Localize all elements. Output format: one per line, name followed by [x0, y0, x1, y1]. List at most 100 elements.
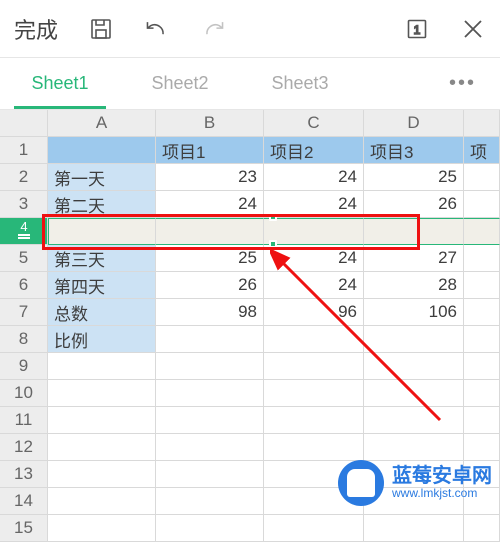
- cell[interactable]: [48, 353, 156, 380]
- col-header-C[interactable]: C: [264, 110, 364, 137]
- tab-sheet2[interactable]: Sheet2: [120, 58, 240, 109]
- row-header[interactable]: 10: [0, 380, 48, 407]
- col-header-D[interactable]: D: [364, 110, 464, 137]
- cell[interactable]: [48, 380, 156, 407]
- cell[interactable]: [264, 218, 364, 245]
- cell[interactable]: [364, 326, 464, 353]
- cell[interactable]: [364, 407, 464, 434]
- cell[interactable]: [364, 353, 464, 380]
- cell[interactable]: 24: [264, 164, 364, 191]
- col-header-B[interactable]: B: [156, 110, 264, 137]
- cell[interactable]: [464, 380, 500, 407]
- row-header-selected[interactable]: 4: [0, 218, 48, 245]
- redo-icon[interactable]: [200, 16, 226, 42]
- cell[interactable]: [364, 434, 464, 461]
- cell[interactable]: 第二天: [48, 191, 156, 218]
- cell[interactable]: 24: [156, 191, 264, 218]
- cell[interactable]: [464, 434, 500, 461]
- cell[interactable]: [156, 326, 264, 353]
- cell[interactable]: [464, 272, 500, 299]
- cell[interactable]: [364, 218, 464, 245]
- select-all-corner[interactable]: [0, 110, 48, 137]
- row-header[interactable]: 3: [0, 191, 48, 218]
- cell[interactable]: [48, 515, 156, 542]
- tab-sheet3[interactable]: Sheet3: [240, 58, 360, 109]
- cell[interactable]: 26: [156, 272, 264, 299]
- cell[interactable]: [156, 434, 264, 461]
- cell[interactable]: [48, 434, 156, 461]
- cell[interactable]: [464, 353, 500, 380]
- cell[interactable]: 项: [464, 137, 500, 164]
- cell[interactable]: 项目2: [264, 137, 364, 164]
- cell[interactable]: [156, 461, 264, 488]
- row-header[interactable]: 1: [0, 137, 48, 164]
- cell[interactable]: [156, 380, 264, 407]
- cell[interactable]: [48, 407, 156, 434]
- col-header-A[interactable]: A: [48, 110, 156, 137]
- cell[interactable]: 第一天: [48, 164, 156, 191]
- cell[interactable]: [464, 164, 500, 191]
- cell[interactable]: [48, 461, 156, 488]
- cell[interactable]: 23: [156, 164, 264, 191]
- tab-sheet1[interactable]: Sheet1: [0, 58, 120, 109]
- cell[interactable]: [464, 515, 500, 542]
- cell[interactable]: [156, 353, 264, 380]
- save-icon[interactable]: [88, 16, 114, 42]
- cell[interactable]: [364, 380, 464, 407]
- selection-handle-icon[interactable]: [269, 240, 277, 248]
- cell[interactable]: [156, 407, 264, 434]
- row-header[interactable]: 11: [0, 407, 48, 434]
- cell[interactable]: 98: [156, 299, 264, 326]
- cell[interactable]: 24: [264, 245, 364, 272]
- cell[interactable]: 第三天: [48, 245, 156, 272]
- cell[interactable]: 24: [264, 191, 364, 218]
- cell[interactable]: [48, 218, 156, 245]
- cell[interactable]: [156, 488, 264, 515]
- cell[interactable]: [48, 137, 156, 164]
- cell[interactable]: [464, 191, 500, 218]
- cell[interactable]: 25: [156, 245, 264, 272]
- cell[interactable]: [264, 515, 364, 542]
- cell[interactable]: 106: [364, 299, 464, 326]
- cell[interactable]: 总数: [48, 299, 156, 326]
- cell[interactable]: 项目3: [364, 137, 464, 164]
- cell[interactable]: [464, 245, 500, 272]
- row-header[interactable]: 5: [0, 245, 48, 272]
- cell[interactable]: [156, 515, 264, 542]
- close-icon[interactable]: [460, 16, 486, 42]
- cell[interactable]: 24: [264, 272, 364, 299]
- cell[interactable]: [156, 218, 264, 245]
- cell[interactable]: [364, 515, 464, 542]
- cell[interactable]: [464, 218, 500, 245]
- row-header[interactable]: 15: [0, 515, 48, 542]
- cell[interactable]: [464, 299, 500, 326]
- row-header[interactable]: 9: [0, 353, 48, 380]
- cell[interactable]: 26: [364, 191, 464, 218]
- cell[interactable]: 28: [364, 272, 464, 299]
- tabs-more-icon[interactable]: •••: [360, 58, 500, 109]
- row-header[interactable]: 6: [0, 272, 48, 299]
- cell[interactable]: 27: [364, 245, 464, 272]
- cell[interactable]: [264, 353, 364, 380]
- row-header[interactable]: 12: [0, 434, 48, 461]
- cell[interactable]: [264, 380, 364, 407]
- undo-icon[interactable]: [144, 16, 170, 42]
- cell[interactable]: 96: [264, 299, 364, 326]
- col-header-E[interactable]: [464, 110, 500, 137]
- done-button[interactable]: 完成: [14, 13, 58, 45]
- cell[interactable]: [264, 434, 364, 461]
- cell[interactable]: [264, 407, 364, 434]
- row-header[interactable]: 2: [0, 164, 48, 191]
- row-header[interactable]: 8: [0, 326, 48, 353]
- cell[interactable]: [264, 326, 364, 353]
- row-header[interactable]: 14: [0, 488, 48, 515]
- cell[interactable]: 项目1: [156, 137, 264, 164]
- sheet-count-icon[interactable]: 1: [404, 16, 430, 42]
- cell[interactable]: [48, 488, 156, 515]
- row-header[interactable]: 7: [0, 299, 48, 326]
- cell[interactable]: 25: [364, 164, 464, 191]
- cell[interactable]: [464, 326, 500, 353]
- cell[interactable]: 比例: [48, 326, 156, 353]
- selection-handle-icon[interactable]: [269, 213, 277, 221]
- row-header[interactable]: 13: [0, 461, 48, 488]
